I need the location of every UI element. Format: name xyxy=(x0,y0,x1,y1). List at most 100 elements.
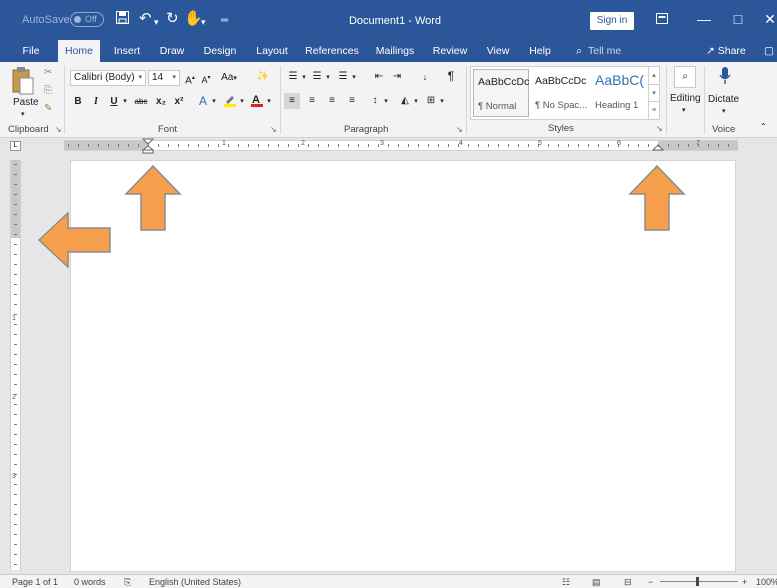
ribbon-display-icon[interactable] xyxy=(652,11,672,27)
zoom-in-icon[interactable]: + xyxy=(742,577,747,587)
customize-toolbar-icon[interactable]: ═ xyxy=(221,13,228,29)
styles-up-icon[interactable]: ▴ xyxy=(649,67,659,84)
borders-dropdown-icon[interactable]: ▾ xyxy=(438,94,446,110)
maximize-icon[interactable]: □ xyxy=(728,11,748,27)
zoom-slider-thumb[interactable] xyxy=(696,577,699,586)
text-effects-dropdown-icon[interactable]: ▾ xyxy=(210,94,218,110)
sign-in-button[interactable]: Sign in xyxy=(590,12,634,30)
find-icon[interactable]: ⌕ xyxy=(674,66,696,88)
undo-dropdown-icon[interactable]: ▾ xyxy=(154,14,159,30)
paste-dropdown-icon[interactable]: ▾ xyxy=(21,108,25,122)
highlight-color-icon[interactable] xyxy=(222,93,238,113)
style-normal[interactable]: AaBbCcDc ¶ Normal xyxy=(473,69,529,117)
shrink-font-icon[interactable]: A▾ xyxy=(200,70,212,88)
show-formatting-marks-icon[interactable]: ¶ xyxy=(444,68,458,84)
italic-button[interactable]: I xyxy=(90,94,102,110)
underline-button[interactable]: U xyxy=(108,94,120,110)
cut-icon[interactable]: ✂ xyxy=(44,66,52,80)
multilevel-list-icon[interactable]: ☰ xyxy=(336,69,350,85)
styles-scroll[interactable]: ▴ ▾ ≡ xyxy=(648,67,659,119)
web-layout-icon[interactable]: ⊟ xyxy=(624,577,632,588)
touch-dropdown-icon[interactable]: ▾ xyxy=(201,14,206,30)
clear-formatting-icon[interactable]: ✨ xyxy=(256,69,270,85)
font-color-dropdown-icon[interactable]: ▾ xyxy=(265,94,273,110)
zoom-out-icon[interactable]: − xyxy=(648,577,653,587)
sort-icon[interactable]: ↓ xyxy=(418,69,432,85)
editing-group[interactable]: ⌕ Editing ▾ xyxy=(668,62,704,138)
font-name-select[interactable]: Calibri (Body) ▾ xyxy=(70,70,146,86)
comments-icon[interactable]: ▢ xyxy=(762,40,776,62)
minimize-icon[interactable]: — xyxy=(694,11,714,27)
styles-more-icon[interactable]: ≡ xyxy=(649,101,659,118)
tab-view[interactable]: View xyxy=(482,40,514,62)
numbering-dropdown-icon[interactable]: ▾ xyxy=(324,70,332,86)
tab-insert[interactable]: Insert xyxy=(108,40,146,62)
paragraph-launcher-icon[interactable]: ↘ xyxy=(456,125,463,134)
autosave-toggle[interactable]: Off xyxy=(70,12,104,27)
styles-down-icon[interactable]: ▾ xyxy=(649,84,659,101)
tab-references[interactable]: References xyxy=(302,40,362,62)
tab-design[interactable]: Design xyxy=(198,40,242,62)
horizontal-ruler[interactable]: 1 2 3 4 5 6 7 xyxy=(64,138,738,154)
vertical-ruler[interactable]: 1 2 3 xyxy=(10,160,21,570)
dictate-dropdown-icon[interactable]: ▾ xyxy=(722,105,726,119)
line-spacing-dropdown-icon[interactable]: ▾ xyxy=(382,94,390,110)
change-case-button[interactable]: Aa▾ xyxy=(218,70,240,87)
strikethrough-button[interactable]: abc xyxy=(132,94,150,110)
numbering-icon[interactable]: ☰ xyxy=(310,69,324,85)
clipboard-launcher-icon[interactable]: ↘ xyxy=(55,125,62,134)
share-button[interactable]: ↗ Share xyxy=(706,40,746,62)
font-color-icon[interactable]: A xyxy=(250,93,264,113)
increase-indent-icon[interactable]: ⇥ xyxy=(390,69,404,85)
lightbulb-search-icon[interactable]: ⌕ xyxy=(572,40,586,62)
shading-dropdown-icon[interactable]: ▾ xyxy=(412,94,420,110)
decrease-indent-icon[interactable]: ⇤ xyxy=(372,69,386,85)
print-layout-icon[interactable]: ▤ xyxy=(592,577,601,588)
bold-button[interactable]: B xyxy=(72,94,84,110)
tab-home[interactable]: Home xyxy=(58,40,100,62)
justify-icon[interactable]: ≡ xyxy=(344,93,360,109)
read-mode-icon[interactable]: ☷ xyxy=(562,577,570,588)
line-spacing-icon[interactable]: ↕ xyxy=(368,93,382,109)
proofing-icon[interactable]: ⎘ xyxy=(124,577,131,588)
save-icon[interactable] xyxy=(116,11,129,28)
multilevel-dropdown-icon[interactable]: ▾ xyxy=(350,70,358,86)
shading-icon[interactable]: ◭ xyxy=(398,93,412,109)
zoom-level[interactable]: 100% xyxy=(756,577,777,587)
tab-review[interactable]: Review xyxy=(428,40,472,62)
text-effects-icon[interactable]: A xyxy=(196,93,210,109)
grow-font-icon[interactable]: A▴ xyxy=(184,70,196,89)
superscript-button[interactable]: x² xyxy=(172,94,186,110)
format-painter-icon[interactable]: ✎ xyxy=(44,102,52,116)
highlight-dropdown-icon[interactable]: ▾ xyxy=(238,94,246,110)
zoom-slider[interactable] xyxy=(660,581,738,582)
tab-layout[interactable]: Layout xyxy=(250,40,294,62)
subscript-button[interactable]: x₂ xyxy=(154,94,168,110)
collapse-ribbon-icon[interactable]: ⌃ xyxy=(760,120,767,134)
language[interactable]: English (United States) xyxy=(149,577,241,587)
bullets-icon[interactable]: ☰ xyxy=(286,69,300,85)
font-size-select[interactable]: 14 ▾ xyxy=(148,70,180,86)
tab-file[interactable]: File xyxy=(14,40,48,62)
font-launcher-icon[interactable]: ↘ xyxy=(270,125,277,134)
close-icon[interactable]: ✕ xyxy=(760,11,777,28)
undo-icon[interactable]: ↶ xyxy=(139,11,152,27)
underline-dropdown-icon[interactable]: ▾ xyxy=(121,94,129,110)
microphone-icon[interactable] xyxy=(716,66,734,88)
page-count[interactable]: Page 1 of 1 xyxy=(12,577,58,587)
copy-icon[interactable]: ⎘ xyxy=(44,84,52,98)
touch-mode-icon[interactable]: ✋ xyxy=(184,11,203,27)
style-no-spacing[interactable]: AaBbCcDc ¶ No Spac... xyxy=(531,69,589,117)
align-right-icon[interactable]: ≡ xyxy=(324,93,340,109)
tell-me-search[interactable]: Tell me xyxy=(588,40,628,62)
word-count[interactable]: 0 words xyxy=(74,577,106,587)
bullets-dropdown-icon[interactable]: ▾ xyxy=(300,70,308,86)
borders-icon[interactable]: ⊞ xyxy=(424,93,438,109)
tab-draw[interactable]: Draw xyxy=(154,40,190,62)
tab-mailings[interactable]: Mailings xyxy=(370,40,420,62)
redo-icon[interactable]: ↻ xyxy=(166,11,179,27)
style-heading-1[interactable]: AaBbC( Heading 1 xyxy=(591,69,647,117)
align-center-icon[interactable]: ≡ xyxy=(304,93,320,109)
styles-launcher-icon[interactable]: ↘ xyxy=(656,124,663,133)
align-left-icon[interactable]: ≡ xyxy=(284,93,300,109)
